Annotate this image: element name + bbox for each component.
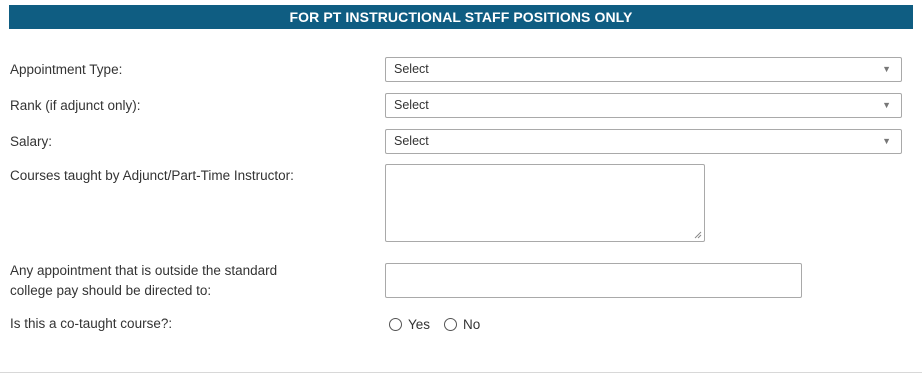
radio-no[interactable]: [444, 317, 458, 331]
courses-textarea[interactable]: [385, 164, 705, 242]
divider: [0, 372, 922, 373]
salary-label: Salary:: [10, 134, 53, 149]
salary-value: Select: [394, 134, 429, 148]
resize-grip-icon[interactable]: [694, 231, 702, 239]
co-taught-yes-label: Yes: [408, 316, 431, 332]
outside-pay-input[interactable]: [385, 263, 802, 298]
co-taught-radio-group: Yes No: [389, 314, 494, 334]
outside-pay-label-line1: Any appointment that is outside the stan…: [10, 263, 278, 278]
co-taught-no-label: No: [463, 316, 481, 332]
co-taught-label: Is this a co-taught course?:: [10, 316, 173, 331]
courses-label: Courses taught by Adjunct/Part-Time Inst…: [10, 168, 294, 183]
appointment-type-select[interactable]: Select ▼: [385, 57, 902, 82]
chevron-down-icon: ▼: [882, 100, 891, 110]
chevron-down-icon: ▼: [882, 136, 891, 146]
rank-select[interactable]: Select ▼: [385, 93, 902, 118]
chevron-down-icon: ▼: [882, 64, 891, 74]
salary-select[interactable]: Select ▼: [385, 129, 902, 154]
rank-label: Rank (if adjunct only):: [10, 98, 141, 113]
radio-yes[interactable]: [389, 317, 402, 331]
section-header: FOR PT INSTRUCTIONAL STAFF POSITIONS ONL…: [9, 5, 913, 29]
rank-value: Select: [394, 98, 429, 112]
appointment-type-label: Appointment Type:: [10, 62, 123, 77]
outside-pay-label-line2: college pay should be directed to:: [10, 283, 212, 298]
appointment-type-value: Select: [394, 62, 429, 76]
co-taught-yes-option[interactable]: Yes: [389, 317, 430, 332]
co-taught-no-option[interactable]: No: [444, 317, 480, 332]
